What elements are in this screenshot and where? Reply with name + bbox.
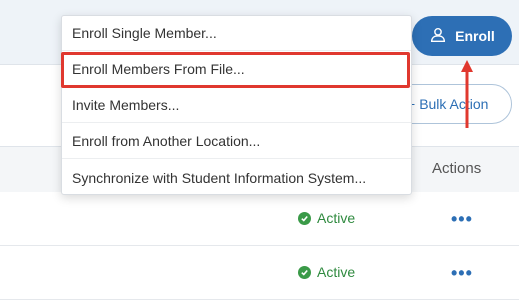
menu-item-enroll-from-another-location[interactable]: Enroll from Another Location... bbox=[62, 124, 411, 159]
status-text: Active bbox=[317, 210, 356, 226]
actions-column-header: Actions bbox=[432, 160, 482, 177]
user-icon bbox=[429, 26, 447, 47]
enroll-button-label: Enroll bbox=[455, 28, 495, 44]
status-badge: Active bbox=[298, 264, 355, 280]
table-row bbox=[0, 246, 519, 300]
enroll-dropdown-menu: Enroll Single Member... Enroll Members F… bbox=[61, 15, 412, 195]
bulk-action-label: Bulk Action bbox=[419, 96, 489, 112]
enroll-button[interactable]: Enroll bbox=[412, 16, 512, 56]
menu-item-synchronize-sis[interactable]: Synchronize with Student Information Sys… bbox=[62, 160, 411, 195]
arrow-up-icon bbox=[461, 60, 473, 128]
menu-item-invite-members[interactable]: Invite Members... bbox=[62, 88, 411, 123]
more-horizontal-icon[interactable]: ••• bbox=[451, 263, 473, 284]
check-circle-icon bbox=[298, 265, 311, 279]
status-text: Active bbox=[317, 264, 356, 280]
status-badge: Active bbox=[298, 210, 355, 226]
menu-item-enroll-single-member[interactable]: Enroll Single Member... bbox=[62, 16, 411, 51]
more-horizontal-icon[interactable]: ••• bbox=[451, 209, 473, 230]
check-circle-icon bbox=[298, 211, 311, 225]
table-row bbox=[0, 192, 519, 246]
highlight-box bbox=[61, 52, 410, 88]
